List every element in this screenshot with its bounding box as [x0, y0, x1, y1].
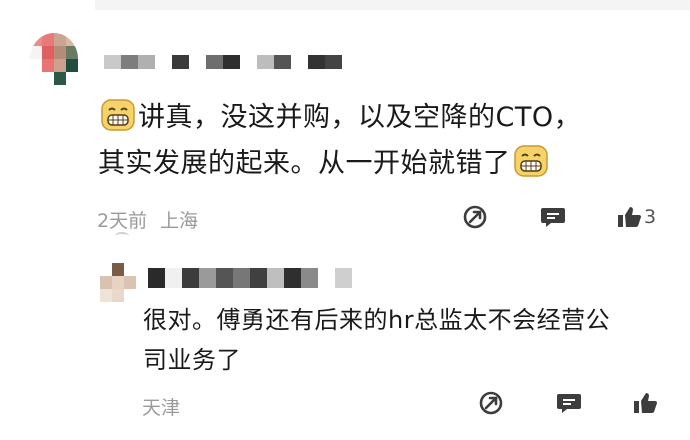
avatar-mosaic-cell — [66, 72, 78, 85]
avatar-mosaic-cell — [30, 59, 42, 72]
username-mosaic-cell — [274, 55, 291, 69]
username-mosaic-cell — [335, 268, 352, 288]
comment-icon[interactable] — [540, 204, 566, 230]
username-mosaic-cell — [240, 55, 257, 69]
share-icon[interactable] — [478, 390, 504, 416]
top-divider — [95, 0, 690, 10]
username-mosaic-cell — [308, 55, 325, 69]
avatar-mosaic-cell — [42, 59, 54, 72]
avatar-mosaic-cell — [124, 263, 136, 276]
username-mosaic-cell — [250, 268, 267, 288]
avatar-mosaic-cell — [124, 276, 136, 289]
avatar-mosaic-cell — [42, 46, 54, 59]
avatar-mosaic-cell — [124, 289, 136, 302]
comment-line-1: 讲真，没这并购，以及空降的CTO， — [138, 102, 582, 133]
username-mosaic-cell — [138, 55, 155, 69]
avatar-mosaic-cell — [42, 33, 54, 46]
username-mosaic-cell — [291, 55, 308, 69]
avatar-mosaic-cell — [112, 276, 124, 289]
username-mosaic-cell — [284, 268, 301, 288]
username-mosaic-cell — [165, 268, 182, 288]
username-mosaic-cell — [318, 268, 335, 288]
avatar-mosaic-cell — [112, 263, 124, 276]
avatar-mosaic-cell — [66, 33, 78, 46]
avatar-mosaic-cell — [100, 276, 112, 289]
like-count: 3 — [644, 206, 657, 228]
divider-mark — [115, 232, 129, 240]
reply-avatar[interactable] — [100, 263, 136, 302]
username-mosaic-cell — [189, 55, 206, 69]
username-mosaic-cell — [199, 268, 216, 288]
avatar-mosaic-cell — [30, 46, 42, 59]
avatar-mosaic-cell — [54, 59, 66, 72]
reply-text: 很对。傅勇还有后来的hr总监太不会经营公 司业务了 — [143, 300, 663, 380]
username-mosaic-cell — [216, 268, 233, 288]
username-blurred[interactable] — [104, 55, 342, 69]
username-mosaic-cell — [301, 268, 318, 288]
comment-line-2: 其实发展的起来。从一开始就错了 — [98, 148, 511, 179]
avatar-mosaic-cell — [112, 289, 124, 302]
share-icon[interactable] — [462, 204, 488, 230]
avatar-mosaic-cell — [66, 59, 78, 72]
thumbs-up-icon[interactable] — [616, 204, 642, 230]
avatar-mosaic-cell — [100, 263, 112, 276]
avatar-mosaic-cell — [54, 33, 66, 46]
grin-emoji-icon — [513, 143, 549, 179]
username-mosaic-cell — [206, 55, 223, 69]
thumbs-up-icon[interactable] — [632, 390, 658, 416]
username-mosaic-cell — [104, 55, 121, 69]
username-mosaic-cell — [121, 55, 138, 69]
username-mosaic-cell — [148, 268, 165, 288]
avatar-mosaic-cell — [66, 46, 78, 59]
comment-location: 上海 — [160, 210, 199, 232]
reply-line-2: 司业务了 — [143, 346, 241, 374]
avatar-mosaic-cell — [54, 46, 66, 59]
avatar[interactable] — [30, 33, 78, 85]
username-mosaic-cell — [325, 55, 342, 69]
username-mosaic-cell — [172, 55, 189, 69]
reply-line-1: 很对。傅勇还有后来的hr总监太不会经营公 — [143, 306, 611, 334]
comment-icon[interactable] — [556, 390, 582, 416]
username-mosaic-cell — [223, 55, 240, 69]
username-mosaic-cell — [233, 268, 250, 288]
grin-emoji-icon — [100, 97, 136, 133]
avatar-mosaic-cell — [42, 72, 54, 85]
comment-text: 讲真，没这并购，以及空降的CTO， 其实发展的起来。从一开始就错了 — [98, 95, 658, 187]
username-mosaic-cell — [155, 55, 172, 69]
username-mosaic-cell — [267, 268, 284, 288]
comment-time: 2天前 — [97, 210, 148, 232]
username-mosaic-cell — [257, 55, 274, 69]
reply-username-blurred[interactable] — [148, 268, 352, 288]
avatar-mosaic-cell — [54, 72, 66, 85]
username-mosaic-cell — [182, 268, 199, 288]
reply-location: 天津 — [142, 397, 181, 419]
avatar-mosaic-cell — [30, 72, 42, 85]
avatar-mosaic-cell — [100, 289, 112, 302]
avatar-mosaic-cell — [30, 33, 42, 46]
